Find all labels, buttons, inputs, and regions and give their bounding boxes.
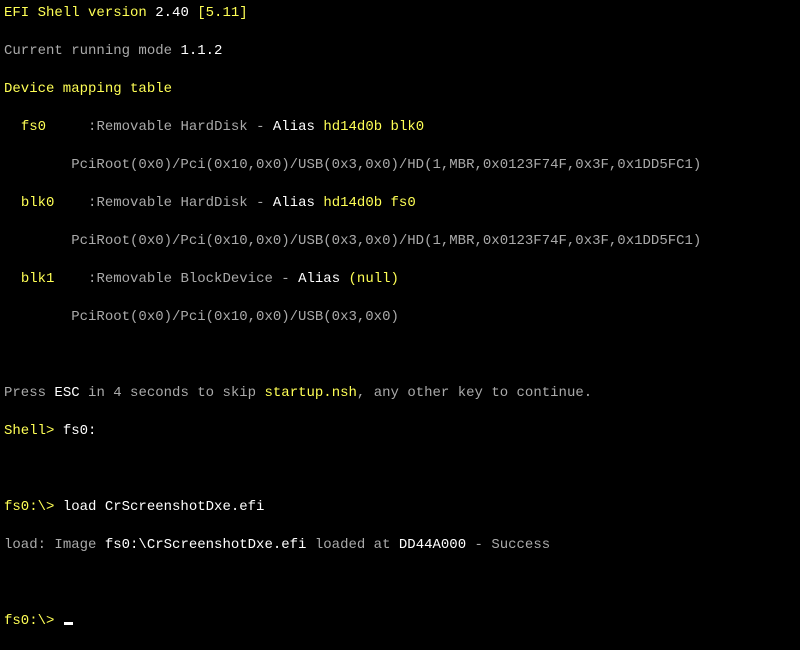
load-status: - Success bbox=[466, 537, 550, 553]
device-name: blk0 bbox=[21, 195, 55, 211]
startup-file: startup.nsh bbox=[264, 385, 356, 401]
alias-word: Alias bbox=[273, 195, 323, 211]
press-text: Press bbox=[4, 385, 54, 401]
device-path: PciRoot(0x0)/Pci(0x10,0x0)/USB(0x3,0x0)/… bbox=[71, 157, 701, 173]
device-name: fs0 bbox=[21, 119, 46, 135]
device-type: Removable HardDisk bbox=[96, 119, 247, 135]
load-label: load: bbox=[4, 537, 46, 553]
shell-prompt: Shell> bbox=[4, 423, 63, 439]
shell-command[interactable]: load CrScreenshotDxe.efi bbox=[63, 499, 265, 515]
alias-value: hd14d0b blk0 bbox=[323, 119, 424, 135]
shell-version: 2.40 bbox=[155, 5, 189, 21]
alias-value: (null) bbox=[349, 271, 399, 287]
device-table-label: Device mapping table bbox=[4, 81, 172, 97]
device-path: PciRoot(0x0)/Pci(0x10,0x0)/USB(0x3,0x0)/… bbox=[71, 233, 701, 249]
device-path: PciRoot(0x0)/Pci(0x10,0x0)/USB(0x3,0x0) bbox=[71, 309, 399, 325]
device-type: Removable BlockDevice bbox=[96, 271, 272, 287]
mode-value: 1.1.2 bbox=[180, 43, 222, 59]
esc-key: ESC bbox=[54, 385, 79, 401]
shell-command[interactable]: fs0: bbox=[63, 423, 97, 439]
load-address: DD44A000 bbox=[399, 537, 466, 553]
cursor-icon bbox=[64, 622, 73, 625]
alias-word: Alias bbox=[298, 271, 348, 287]
shell-bracket: [5.11] bbox=[189, 5, 248, 21]
mode-label: Current running mode bbox=[4, 43, 180, 59]
shell-prompt: fs0:\> bbox=[4, 499, 63, 515]
shell-prompt[interactable]: fs0:\> bbox=[4, 613, 63, 629]
shell-title: EFI Shell version bbox=[4, 5, 155, 21]
device-type: Removable HardDisk bbox=[96, 195, 247, 211]
alias-value: hd14d0b fs0 bbox=[323, 195, 415, 211]
terminal-output: EFI Shell version 2.40 [5.11] Current ru… bbox=[4, 4, 796, 650]
load-image-path: fs0:\CrScreenshotDxe.efi bbox=[105, 537, 307, 553]
alias-word: Alias bbox=[273, 119, 323, 135]
device-name: blk1 bbox=[21, 271, 55, 287]
